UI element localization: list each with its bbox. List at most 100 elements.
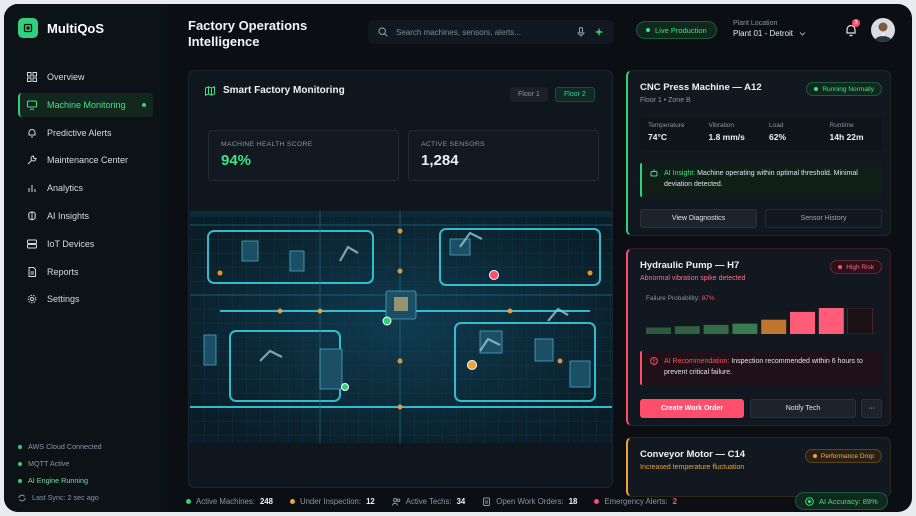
server-icon — [27, 239, 37, 249]
file-icon — [28, 266, 36, 277]
sensor-history-button[interactable]: Sensor History — [765, 209, 882, 228]
probability-bar — [674, 326, 700, 334]
status-label: MQTT Active — [28, 459, 70, 468]
brain-icon — [28, 211, 36, 221]
status-badge: Running Normally — [806, 82, 882, 96]
plant-selector[interactable]: Plant Location Plant 01 - Detroit — [733, 20, 806, 38]
sidebar-item-machine-monitoring[interactable]: Machine Monitoring — [18, 92, 153, 117]
sidebar-item-settings[interactable]: Settings — [18, 287, 153, 311]
sidebar-item-overview[interactable]: Overview — [18, 65, 153, 89]
machine-alert-text: Increased temperature fluctuation — [640, 464, 745, 471]
metric-label: Runtime — [829, 122, 854, 129]
footer-active-machines: Active Machines: 248 — [186, 497, 273, 506]
sidebar-item-predictive-alerts[interactable]: Predictive Alerts — [18, 121, 153, 145]
metric-temperature: Temperature 74°C — [640, 117, 701, 150]
status-dot — [18, 444, 22, 449]
machine-location: Floor 1 • Zone B — [640, 97, 691, 104]
clipboard-icon — [483, 497, 491, 506]
metric-value: 74°C — [648, 132, 667, 142]
failure-probability: Failure Probability: 87% — [640, 295, 882, 339]
metric-runtime: Runtime 14h 22m — [822, 117, 883, 150]
card-label: MACHINE HEALTH SCORE — [221, 141, 313, 148]
probability-bar — [847, 308, 874, 334]
sidebar-item-analytics[interactable]: Analytics — [18, 176, 153, 200]
sidebar-item-maintenance-center[interactable]: Maintenance Center — [18, 148, 153, 172]
plant-value: Plant 01 - Detroit — [733, 29, 794, 38]
bar-chart-icon — [28, 185, 36, 193]
target-icon — [805, 496, 814, 506]
alert-marker-red[interactable] — [489, 270, 499, 280]
status-label: High Risk — [846, 263, 874, 271]
warning-icon — [650, 357, 658, 365]
footer-value: 34 — [456, 496, 466, 506]
sidebar-item-iot-devices[interactable]: IoT Devices — [18, 232, 153, 256]
status-last-sync: Last Sync: 2 sec ago — [18, 489, 102, 506]
chip-icon — [18, 18, 38, 38]
sidebar-item-reports[interactable]: Reports — [18, 260, 153, 284]
factory-floor-map[interactable] — [190, 211, 613, 443]
footer-label: Open Work Orders: — [496, 496, 564, 506]
probability-value: 87% — [701, 295, 715, 302]
sidebar-item-label: AI Insights — [47, 210, 90, 221]
recommendation-key: AI Recommendation: — [664, 358, 730, 365]
sidebar-item-label: Analytics — [47, 183, 84, 194]
metric-label: Vibration — [708, 122, 735, 129]
metric-load: Load 62% — [761, 117, 822, 150]
chevron-down-icon — [799, 32, 806, 36]
tab-floor-2[interactable]: Floor 2 — [555, 87, 595, 102]
card-value: 1,284 — [421, 152, 459, 169]
machine-marker-green-2[interactable] — [341, 383, 349, 391]
more-options-button[interactable]: ··· — [861, 399, 882, 418]
machine-card-pump: Hydraulic Pump — H7 Abnormal vibration s… — [626, 248, 891, 426]
footer-emergency-alerts: Emergency Alerts: 2 — [594, 497, 677, 506]
status-dot — [18, 478, 22, 483]
logo[interactable]: MultiQoS — [18, 18, 104, 38]
machine-alert-text: Abnormal vibration spike detected — [640, 275, 746, 282]
metric-label: Temperature — [648, 122, 685, 129]
live-production-badge: Live Production — [636, 21, 717, 39]
status-label: AI Engine Running — [28, 476, 88, 485]
machine-marker-orange[interactable] — [467, 360, 477, 370]
notify-tech-button[interactable]: Notify Tech — [750, 399, 856, 418]
machine-title: Conveyor Motor — C14 — [640, 449, 746, 460]
search-bar[interactable] — [368, 20, 614, 44]
microphone-icon[interactable] — [576, 27, 586, 37]
machine-marker-green[interactable] — [382, 316, 392, 326]
sidebar-item-label: Settings — [47, 294, 80, 305]
footer-under-inspection: Under Inspection: 12 — [289, 496, 375, 506]
app-name: MultiQoS — [47, 20, 105, 36]
probability-bar — [790, 311, 815, 334]
status-label: Last Sync: 2 sec ago — [32, 493, 99, 502]
status-label: Running Normally — [822, 85, 874, 93]
machine-metrics: Temperature 74°C Vibration 1.8 mm/s Load 62… — [640, 117, 882, 150]
grid-icon — [27, 72, 37, 82]
footer-value: 2 — [672, 496, 678, 506]
machine-card-conveyor: Conveyor Motor — C14 Increased temperatu… — [626, 437, 891, 497]
sparkle-icon[interactable] — [594, 27, 604, 37]
metric-value: 62% — [769, 132, 787, 142]
status-dot — [289, 498, 295, 504]
footer-active-techs: Active Techs: 34 — [391, 496, 466, 506]
monitor-icon — [27, 100, 37, 110]
card-value: 94% — [221, 152, 252, 169]
tab-floor-1[interactable]: Floor 1 — [510, 87, 548, 102]
panel-header: Smart Factory Monitoring — [205, 85, 345, 96]
probability-label: Failure Probability: — [646, 295, 700, 302]
accuracy-label: AI Accuracy: 89% — [819, 496, 878, 506]
metric-value: 1.8 mm/s — [708, 132, 745, 142]
sidebar-item-ai-insights[interactable]: AI Insights — [18, 204, 153, 228]
view-diagnostics-button[interactable]: View Diagnostics — [640, 209, 757, 228]
active-sensors-card: ACTIVE SENSORS 1,284 — [408, 130, 599, 181]
bell-icon — [28, 128, 36, 138]
map-icon — [205, 85, 215, 96]
robot-icon — [650, 169, 658, 177]
footer-label: Under Inspection: — [299, 496, 362, 506]
avatar[interactable] — [871, 18, 895, 42]
footer-open-work-orders: Open Work Orders: 18 — [482, 497, 577, 506]
probability-bar — [646, 327, 671, 334]
create-work-order-button[interactable]: Create Work Order — [640, 399, 744, 418]
sync-icon — [18, 494, 26, 501]
search-input[interactable] — [396, 27, 568, 37]
probability-bar — [818, 308, 844, 334]
probability-bars — [646, 308, 874, 334]
